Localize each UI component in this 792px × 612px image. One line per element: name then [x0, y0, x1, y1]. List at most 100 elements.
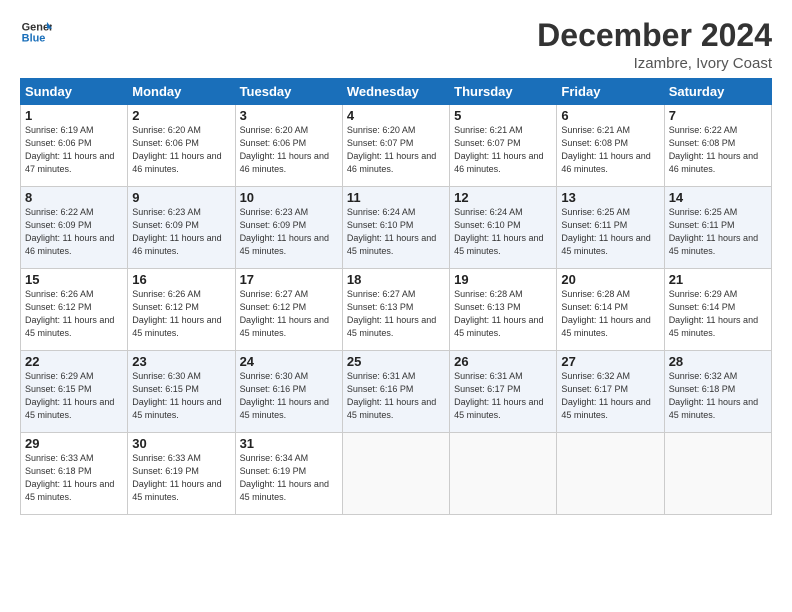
calendar-cell: 12Sunrise: 6:24 AMSunset: 6:10 PMDayligh… — [450, 187, 557, 269]
calendar-week-5: 29Sunrise: 6:33 AMSunset: 6:18 PMDayligh… — [21, 433, 772, 515]
header-wednesday: Wednesday — [342, 79, 449, 105]
calendar-cell: 23Sunrise: 6:30 AMSunset: 6:15 PMDayligh… — [128, 351, 235, 433]
calendar-cell — [342, 433, 449, 515]
day-info: Sunrise: 6:20 AMSunset: 6:06 PMDaylight:… — [240, 124, 338, 176]
day-info: Sunrise: 6:20 AMSunset: 6:06 PMDaylight:… — [132, 124, 230, 176]
month-title: December 2024 — [537, 18, 772, 53]
day-number: 13 — [561, 190, 659, 205]
day-number: 26 — [454, 354, 552, 369]
calendar-cell: 18Sunrise: 6:27 AMSunset: 6:13 PMDayligh… — [342, 269, 449, 351]
calendar-cell: 2Sunrise: 6:20 AMSunset: 6:06 PMDaylight… — [128, 105, 235, 187]
day-number: 17 — [240, 272, 338, 287]
title-block: December 2024 Izambre, Ivory Coast — [537, 18, 772, 72]
header-sunday: Sunday — [21, 79, 128, 105]
day-number: 23 — [132, 354, 230, 369]
calendar-cell: 21Sunrise: 6:29 AMSunset: 6:14 PMDayligh… — [664, 269, 771, 351]
day-info: Sunrise: 6:21 AMSunset: 6:07 PMDaylight:… — [454, 124, 552, 176]
calendar-week-1: 1Sunrise: 6:19 AMSunset: 6:06 PMDaylight… — [21, 105, 772, 187]
svg-text:Blue: Blue — [22, 32, 46, 44]
calendar-cell: 1Sunrise: 6:19 AMSunset: 6:06 PMDaylight… — [21, 105, 128, 187]
day-info: Sunrise: 6:27 AMSunset: 6:12 PMDaylight:… — [240, 288, 338, 340]
header-saturday: Saturday — [664, 79, 771, 105]
logo: General Blue — [20, 18, 52, 46]
day-number: 28 — [669, 354, 767, 369]
day-info: Sunrise: 6:24 AMSunset: 6:10 PMDaylight:… — [454, 206, 552, 258]
header-monday: Monday — [128, 79, 235, 105]
day-info: Sunrise: 6:26 AMSunset: 6:12 PMDaylight:… — [25, 288, 123, 340]
calendar-cell: 3Sunrise: 6:20 AMSunset: 6:06 PMDaylight… — [235, 105, 342, 187]
day-info: Sunrise: 6:28 AMSunset: 6:14 PMDaylight:… — [561, 288, 659, 340]
day-info: Sunrise: 6:25 AMSunset: 6:11 PMDaylight:… — [561, 206, 659, 258]
calendar-cell: 26Sunrise: 6:31 AMSunset: 6:17 PMDayligh… — [450, 351, 557, 433]
header-thursday: Thursday — [450, 79, 557, 105]
day-info: Sunrise: 6:22 AMSunset: 6:09 PMDaylight:… — [25, 206, 123, 258]
calendar-cell: 31Sunrise: 6:34 AMSunset: 6:19 PMDayligh… — [235, 433, 342, 515]
day-number: 19 — [454, 272, 552, 287]
day-info: Sunrise: 6:33 AMSunset: 6:18 PMDaylight:… — [25, 452, 123, 504]
calendar-cell: 13Sunrise: 6:25 AMSunset: 6:11 PMDayligh… — [557, 187, 664, 269]
day-number: 14 — [669, 190, 767, 205]
calendar-cell: 28Sunrise: 6:32 AMSunset: 6:18 PMDayligh… — [664, 351, 771, 433]
day-number: 27 — [561, 354, 659, 369]
day-info: Sunrise: 6:29 AMSunset: 6:15 PMDaylight:… — [25, 370, 123, 422]
day-info: Sunrise: 6:28 AMSunset: 6:13 PMDaylight:… — [454, 288, 552, 340]
calendar-cell: 9Sunrise: 6:23 AMSunset: 6:09 PMDaylight… — [128, 187, 235, 269]
location-subtitle: Izambre, Ivory Coast — [537, 55, 772, 72]
day-number: 18 — [347, 272, 445, 287]
calendar-week-3: 15Sunrise: 6:26 AMSunset: 6:12 PMDayligh… — [21, 269, 772, 351]
day-info: Sunrise: 6:30 AMSunset: 6:16 PMDaylight:… — [240, 370, 338, 422]
day-info: Sunrise: 6:23 AMSunset: 6:09 PMDaylight:… — [240, 206, 338, 258]
day-info: Sunrise: 6:27 AMSunset: 6:13 PMDaylight:… — [347, 288, 445, 340]
day-number: 31 — [240, 436, 338, 451]
day-number: 6 — [561, 108, 659, 123]
calendar-cell: 14Sunrise: 6:25 AMSunset: 6:11 PMDayligh… — [664, 187, 771, 269]
logo-icon: General Blue — [20, 18, 52, 46]
day-number: 30 — [132, 436, 230, 451]
day-number: 1 — [25, 108, 123, 123]
calendar-cell — [450, 433, 557, 515]
day-number: 20 — [561, 272, 659, 287]
calendar-cell: 25Sunrise: 6:31 AMSunset: 6:16 PMDayligh… — [342, 351, 449, 433]
day-info: Sunrise: 6:31 AMSunset: 6:16 PMDaylight:… — [347, 370, 445, 422]
day-number: 29 — [25, 436, 123, 451]
day-info: Sunrise: 6:25 AMSunset: 6:11 PMDaylight:… — [669, 206, 767, 258]
calendar-table: Sunday Monday Tuesday Wednesday Thursday… — [20, 78, 772, 515]
day-info: Sunrise: 6:20 AMSunset: 6:07 PMDaylight:… — [347, 124, 445, 176]
day-number: 8 — [25, 190, 123, 205]
day-number: 12 — [454, 190, 552, 205]
day-number: 5 — [454, 108, 552, 123]
calendar-cell: 11Sunrise: 6:24 AMSunset: 6:10 PMDayligh… — [342, 187, 449, 269]
header-tuesday: Tuesday — [235, 79, 342, 105]
day-number: 24 — [240, 354, 338, 369]
day-number: 11 — [347, 190, 445, 205]
day-number: 15 — [25, 272, 123, 287]
day-info: Sunrise: 6:26 AMSunset: 6:12 PMDaylight:… — [132, 288, 230, 340]
day-info: Sunrise: 6:21 AMSunset: 6:08 PMDaylight:… — [561, 124, 659, 176]
day-info: Sunrise: 6:29 AMSunset: 6:14 PMDaylight:… — [669, 288, 767, 340]
calendar-cell: 29Sunrise: 6:33 AMSunset: 6:18 PMDayligh… — [21, 433, 128, 515]
calendar-cell: 20Sunrise: 6:28 AMSunset: 6:14 PMDayligh… — [557, 269, 664, 351]
calendar-week-4: 22Sunrise: 6:29 AMSunset: 6:15 PMDayligh… — [21, 351, 772, 433]
day-info: Sunrise: 6:30 AMSunset: 6:15 PMDaylight:… — [132, 370, 230, 422]
day-number: 16 — [132, 272, 230, 287]
day-info: Sunrise: 6:32 AMSunset: 6:18 PMDaylight:… — [669, 370, 767, 422]
calendar-page: General Blue December 2024 Izambre, Ivor… — [0, 0, 792, 612]
calendar-cell: 22Sunrise: 6:29 AMSunset: 6:15 PMDayligh… — [21, 351, 128, 433]
calendar-cell: 8Sunrise: 6:22 AMSunset: 6:09 PMDaylight… — [21, 187, 128, 269]
calendar-cell — [664, 433, 771, 515]
day-info: Sunrise: 6:34 AMSunset: 6:19 PMDaylight:… — [240, 452, 338, 504]
day-info: Sunrise: 6:19 AMSunset: 6:06 PMDaylight:… — [25, 124, 123, 176]
day-info: Sunrise: 6:24 AMSunset: 6:10 PMDaylight:… — [347, 206, 445, 258]
day-info: Sunrise: 6:23 AMSunset: 6:09 PMDaylight:… — [132, 206, 230, 258]
day-header-row: Sunday Monday Tuesday Wednesday Thursday… — [21, 79, 772, 105]
day-number: 9 — [132, 190, 230, 205]
calendar-cell: 6Sunrise: 6:21 AMSunset: 6:08 PMDaylight… — [557, 105, 664, 187]
calendar-cell: 24Sunrise: 6:30 AMSunset: 6:16 PMDayligh… — [235, 351, 342, 433]
day-number: 4 — [347, 108, 445, 123]
day-number: 22 — [25, 354, 123, 369]
calendar-cell: 10Sunrise: 6:23 AMSunset: 6:09 PMDayligh… — [235, 187, 342, 269]
calendar-cell: 7Sunrise: 6:22 AMSunset: 6:08 PMDaylight… — [664, 105, 771, 187]
day-info: Sunrise: 6:22 AMSunset: 6:08 PMDaylight:… — [669, 124, 767, 176]
calendar-cell: 4Sunrise: 6:20 AMSunset: 6:07 PMDaylight… — [342, 105, 449, 187]
day-number: 10 — [240, 190, 338, 205]
